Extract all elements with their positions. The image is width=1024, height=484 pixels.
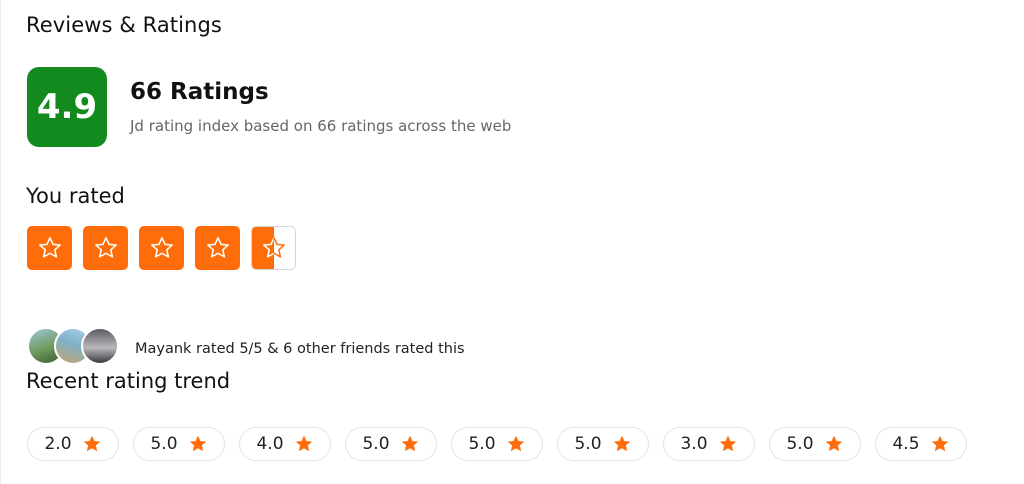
trend-rating-pill: 2.0 [27,427,119,461]
trend-rating-value: 5.0 [362,434,390,454]
star-icon [401,435,418,452]
trend-rating-pill: 5.0 [769,427,861,461]
star-icon [719,435,736,452]
trend-rating-value: 4.0 [256,434,284,454]
star-icon [150,237,173,258]
star-icon [613,435,630,452]
star-icon [206,237,229,258]
star-icon [83,435,100,452]
star-icon [189,435,206,452]
avatar[interactable] [81,327,119,365]
star-icon [507,435,524,452]
friends-avatars[interactable] [27,327,119,365]
rating-trend-list: 2.0 5.0 4.0 5.0 5.0 5.0 3.0 5.0 4.5 [27,427,967,461]
ratings-count: 66 Ratings [130,79,269,105]
rating-star-4[interactable] [195,226,240,270]
user-rating-stars[interactable] [27,226,296,270]
friends-rated-text: Mayank rated 5/5 & 6 other friends rated… [135,340,465,357]
rating-star-5[interactable] [251,226,296,270]
rating-star-2[interactable] [83,226,128,270]
star-icon [825,435,842,452]
star-icon [94,237,117,258]
trend-rating-pill: 5.0 [345,427,437,461]
trend-rating-pill: 5.0 [133,427,225,461]
trend-rating-pill: 4.5 [875,427,967,461]
trend-rating-value: 5.0 [150,434,178,454]
star-icon [38,237,61,258]
star-icon [931,435,948,452]
rating-star-3[interactable] [139,226,184,270]
trend-rating-pill: 4.0 [239,427,331,461]
trend-title: Recent rating trend [26,369,231,393]
trend-rating-value: 5.0 [786,434,814,454]
trend-rating-value: 5.0 [574,434,602,454]
trend-rating-pill: 5.0 [451,427,543,461]
rating-star-1[interactable] [27,226,72,270]
trend-rating-value: 2.0 [44,434,72,454]
ratings-description: Jd rating index based on 66 ratings acro… [130,117,512,135]
section-title: Reviews & Ratings [26,13,222,37]
trend-rating-value: 5.0 [468,434,496,454]
trend-rating-pill: 5.0 [557,427,649,461]
star-icon [295,435,312,452]
trend-rating-value: 3.0 [680,434,708,454]
you-rated-label: You rated [26,184,125,208]
overall-score-badge: 4.9 [27,67,107,147]
trend-rating-pill: 3.0 [663,427,755,461]
trend-rating-value: 4.5 [892,434,920,454]
friends-rating-summary: Mayank rated 5/5 & 6 other friends rated… [27,327,465,365]
reviews-ratings-panel: Reviews & Ratings 4.9 66 Ratings Jd rati… [0,0,1024,484]
